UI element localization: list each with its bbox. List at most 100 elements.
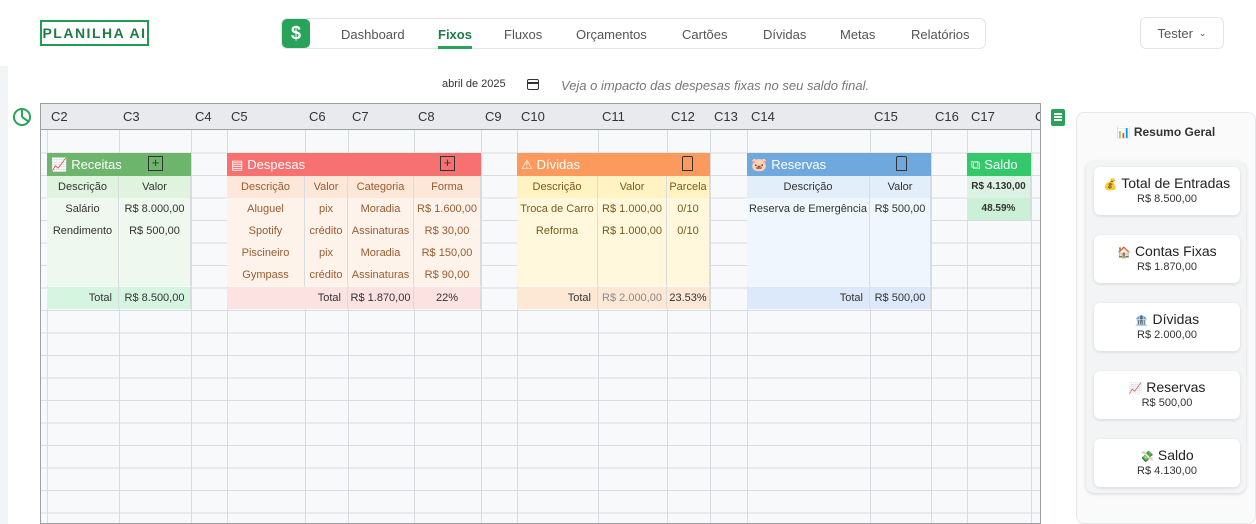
receita-descricao[interactable] bbox=[47, 242, 119, 264]
add-receita-button[interactable]: + bbox=[148, 156, 163, 171]
summary-card-contas-fixas[interactable]: 🏠 Contas Fixas R$ 1.870,00 bbox=[1094, 235, 1240, 283]
month-picker[interactable]: abril de 2025 bbox=[442, 78, 506, 90]
column-header[interactable]: C bbox=[1035, 109, 1040, 124]
total-label: Total bbox=[47, 287, 119, 309]
despesa-valor[interactable]: pix bbox=[305, 242, 348, 264]
user-menu-button[interactable]: Tester ⌄ bbox=[1140, 17, 1224, 49]
reserva-valor[interactable] bbox=[870, 264, 931, 286]
despesa-descricao[interactable]: Spotify bbox=[227, 220, 305, 242]
despesa-forma[interactable]: R$ 1.600,00 bbox=[414, 198, 481, 220]
reserva-descricao[interactable] bbox=[747, 264, 870, 286]
reserva-descricao[interactable]: Reserva de Emergência bbox=[747, 198, 870, 220]
despesa-forma[interactable]: R$ 30,00 bbox=[414, 220, 481, 242]
despesas-header: ▤ Despesas + bbox=[227, 153, 481, 176]
divida-valor[interactable] bbox=[598, 242, 667, 264]
divida-valor[interactable] bbox=[598, 264, 667, 286]
column-header[interactable]: C17 bbox=[971, 109, 995, 124]
column-label: Descrição bbox=[517, 176, 598, 198]
pie-chart-icon[interactable] bbox=[13, 108, 31, 126]
despesa-valor[interactable]: pix bbox=[305, 198, 348, 220]
total-row: Total R$ 2.000,00 23.53% bbox=[517, 287, 710, 309]
column-header[interactable]: C15 bbox=[874, 109, 898, 124]
reserva-descricao[interactable] bbox=[747, 220, 870, 242]
summary-card-entradas[interactable]: 💰 Total de Entradas R$ 8.500,00 bbox=[1094, 167, 1240, 215]
calendar-icon[interactable] bbox=[527, 79, 539, 90]
spreadsheet[interactable]: C2 C3 C4 C5 C6 C7 C8 C9 C10 C11 C12 C13 … bbox=[40, 103, 1041, 524]
card-value: R$ 4.130,00 bbox=[1137, 465, 1197, 477]
column-header[interactable]: C5 bbox=[231, 109, 248, 124]
receita-valor[interactable] bbox=[119, 242, 191, 264]
reserva-descricao[interactable] bbox=[747, 242, 870, 264]
despesa-categoria[interactable]: Assinaturas bbox=[348, 264, 414, 286]
receita-valor[interactable] bbox=[119, 264, 191, 286]
column-header[interactable]: C8 bbox=[418, 109, 435, 124]
despesa-descricao[interactable]: Aluguel bbox=[227, 198, 305, 220]
despesa-descricao[interactable]: Piscineiro bbox=[227, 242, 305, 264]
divida-descricao[interactable] bbox=[517, 242, 598, 264]
tab-metas[interactable]: Metas bbox=[840, 19, 875, 48]
column-header[interactable]: C11 bbox=[602, 109, 625, 124]
door-icon[interactable] bbox=[896, 156, 907, 171]
table-row: Gympass crédito Assinaturas R$ 90,00 bbox=[227, 264, 481, 286]
divida-descricao[interactable] bbox=[517, 264, 598, 286]
column-header[interactable]: C2 bbox=[51, 109, 68, 124]
card-value: R$ 500,00 bbox=[1141, 397, 1193, 409]
warning-icon: ⚠ bbox=[521, 156, 533, 172]
despesa-categoria[interactable]: Moradia bbox=[348, 198, 414, 220]
despesa-forma[interactable]: R$ 150,00 bbox=[414, 242, 481, 264]
divida-parcela[interactable] bbox=[667, 242, 710, 264]
tab-relatorios[interactable]: Relatórios bbox=[911, 19, 970, 48]
dividas-header: ⚠ Dívidas bbox=[517, 153, 710, 176]
divida-parcela[interactable] bbox=[667, 264, 710, 286]
despesa-categoria[interactable]: Assinaturas bbox=[348, 220, 414, 242]
column-header[interactable]: C16 bbox=[935, 109, 959, 124]
divida-descricao[interactable]: Troca de Carro bbox=[517, 198, 598, 220]
reserva-valor[interactable] bbox=[870, 220, 931, 242]
divida-valor[interactable]: R$ 1.000,00 bbox=[598, 220, 667, 242]
receita-descricao[interactable]: Rendimento bbox=[47, 220, 119, 242]
app-logo[interactable]: PLANILHA AI bbox=[40, 20, 149, 46]
table-row bbox=[517, 264, 710, 286]
despesa-valor[interactable]: crédito bbox=[305, 220, 348, 242]
reserva-valor[interactable]: R$ 500,00 bbox=[870, 198, 931, 220]
column-label: Valor bbox=[119, 176, 191, 198]
column-header[interactable]: C9 bbox=[485, 109, 502, 124]
despesa-valor[interactable]: crédito bbox=[305, 264, 348, 286]
divida-parcela[interactable]: 0/10 bbox=[667, 220, 710, 242]
column-header[interactable]: C7 bbox=[352, 109, 369, 124]
reserva-valor[interactable] bbox=[870, 242, 931, 264]
add-despesa-button[interactable]: + bbox=[440, 156, 455, 171]
receita-descricao[interactable]: Salário bbox=[47, 198, 119, 220]
despesa-forma[interactable]: R$ 90,00 bbox=[414, 264, 481, 286]
column-header[interactable]: C14 bbox=[751, 109, 775, 124]
door-icon[interactable] bbox=[682, 156, 693, 171]
receita-valor[interactable]: R$ 8.000,00 bbox=[119, 198, 191, 220]
column-header[interactable]: C3 bbox=[123, 109, 140, 124]
summary-card-reservas[interactable]: 📈 Reservas R$ 500,00 bbox=[1094, 371, 1240, 419]
receita-valor[interactable]: R$ 500,00 bbox=[119, 220, 191, 242]
column-header[interactable]: C12 bbox=[671, 109, 695, 124]
tab-orcamentos[interactable]: Orçamentos bbox=[576, 19, 647, 48]
column-header[interactable]: C10 bbox=[521, 109, 545, 124]
receita-descricao[interactable] bbox=[47, 264, 119, 286]
column-header[interactable]: C6 bbox=[309, 109, 326, 124]
receitas-table: 📈 Receitas + Descrição Valor Salário R$ … bbox=[47, 153, 191, 311]
divida-descricao[interactable]: Reforma bbox=[517, 220, 598, 242]
total-row: Total R$ 1.870,00 22% bbox=[227, 287, 481, 309]
card-title: Saldo bbox=[1157, 447, 1194, 463]
tab-dashboard[interactable]: Dashboard bbox=[341, 19, 405, 48]
tab-cartoes[interactable]: Cartões bbox=[682, 19, 728, 48]
summary-card-dividas[interactable]: 🏦 Dívidas R$ 2.000,00 bbox=[1094, 303, 1240, 351]
divida-parcela[interactable]: 0/10 bbox=[667, 198, 710, 220]
divida-valor[interactable]: R$ 1.000,00 bbox=[598, 198, 667, 220]
spreadsheet-icon[interactable] bbox=[1051, 109, 1065, 126]
column-header[interactable]: C4 bbox=[195, 109, 212, 124]
despesa-descricao[interactable]: Gympass bbox=[227, 264, 305, 286]
summary-card-saldo[interactable]: 💸 Saldo R$ 4.130,00 bbox=[1094, 439, 1240, 487]
saldo-title: Saldo bbox=[984, 157, 1018, 172]
tab-dividas[interactable]: Dívidas bbox=[763, 19, 806, 48]
despesa-categoria[interactable]: Moradia bbox=[348, 242, 414, 264]
tab-fixos[interactable]: Fixos bbox=[438, 19, 472, 49]
tab-fluxos[interactable]: Fluxos bbox=[504, 19, 542, 48]
column-header[interactable]: C13 bbox=[714, 109, 738, 124]
